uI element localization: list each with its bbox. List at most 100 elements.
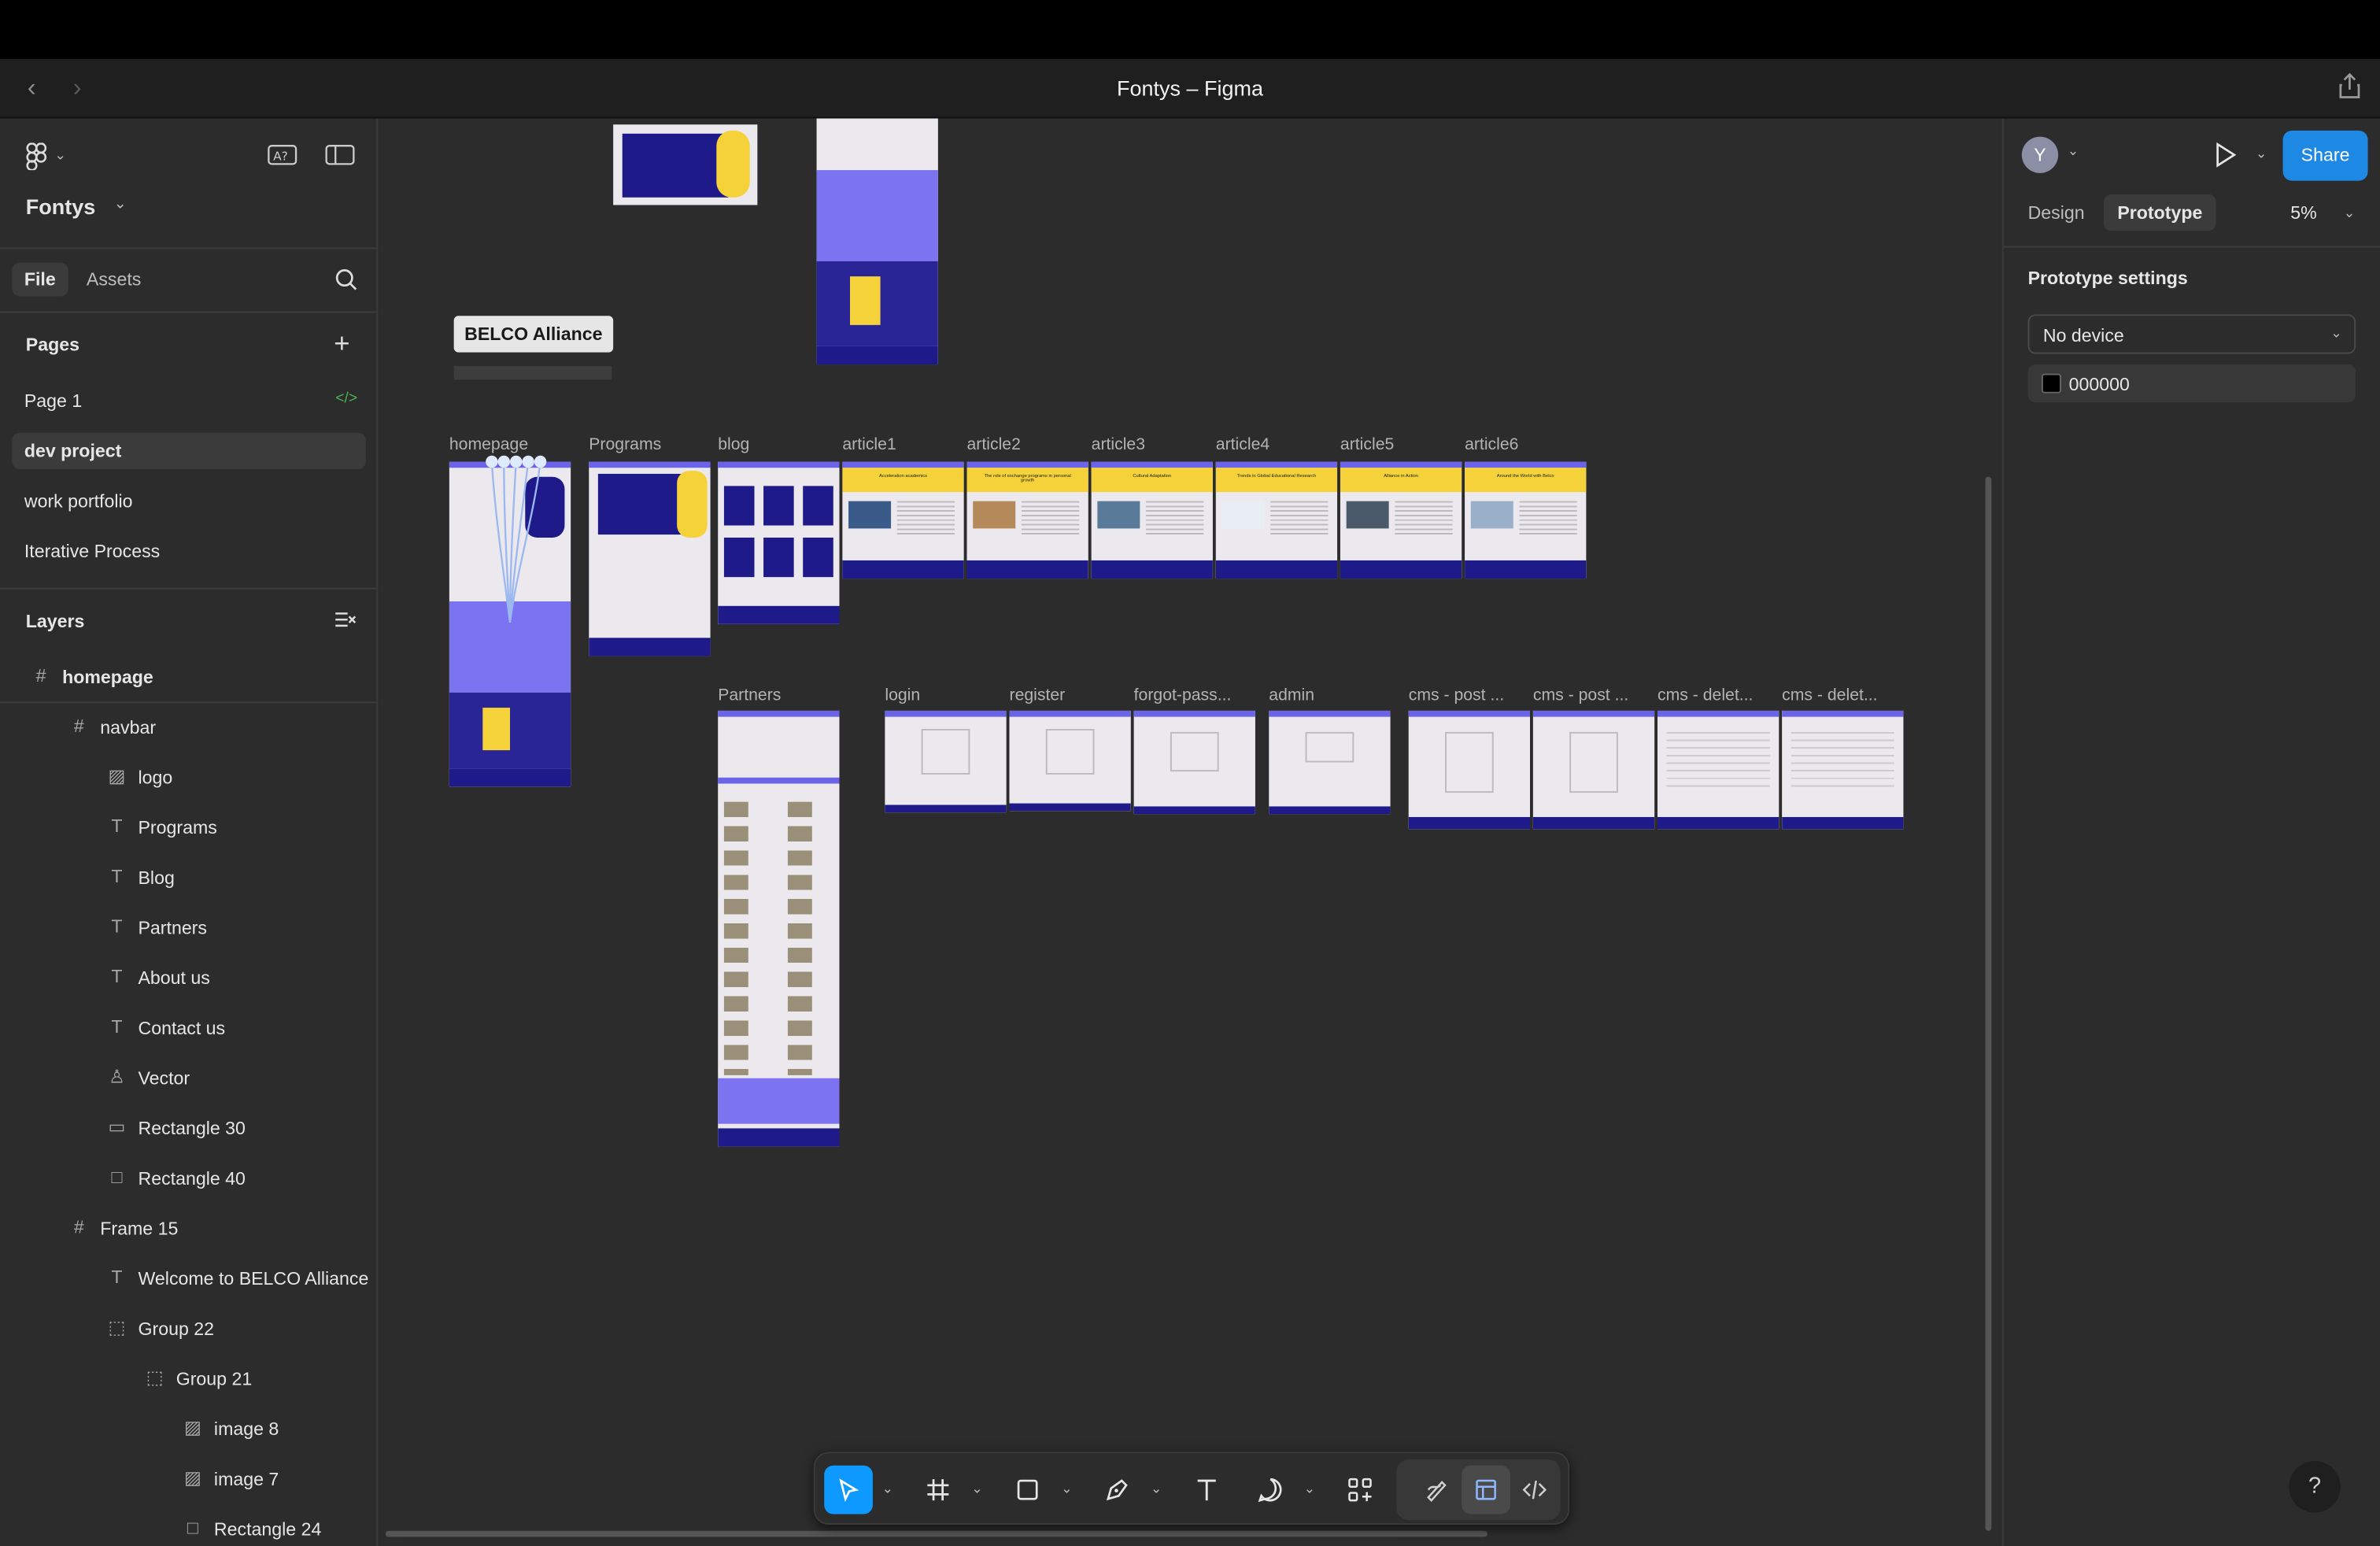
layer-row[interactable]: T Blog <box>0 853 378 904</box>
tab-prototype[interactable]: Prototype <box>2103 194 2216 231</box>
layer-row[interactable]: ▨ image 8 <box>0 1405 378 1455</box>
chevron-down-icon[interactable]: ⌄ <box>1304 1481 1316 1497</box>
dev-mode-code-icon[interactable]: </> <box>335 390 357 407</box>
frame-label-cms-post-2[interactable]: cms - post ... <box>1533 686 1628 705</box>
layer-row[interactable]: T Welcome to BELCO Alliance <box>0 1255 378 1305</box>
color-swatch[interactable] <box>2041 373 2061 394</box>
chevron-down-icon[interactable]: ⌄ <box>54 147 66 164</box>
layer-row[interactable]: □ Rectangle 40 <box>0 1154 378 1204</box>
chevron-down-icon[interactable]: ⌄ <box>971 1481 983 1497</box>
frame-cms-delete-2[interactable] <box>1782 710 1904 830</box>
frame-programs[interactable] <box>589 461 711 656</box>
frame-label-blog[interactable]: blog <box>718 436 749 454</box>
tab-assets[interactable]: Assets <box>74 263 153 296</box>
chevron-down-icon[interactable]: ⌄ <box>2256 146 2267 162</box>
frame-label-admin[interactable]: admin <box>1269 686 1314 705</box>
frame-label-article1[interactable]: article1 <box>842 436 896 454</box>
layer-row[interactable]: # homepage <box>0 653 379 704</box>
frame-article4[interactable]: Trends in Global Educational Research <box>1215 461 1338 579</box>
layers-filter-icon[interactable] <box>334 609 357 635</box>
frame-label-homepage[interactable]: homepage <box>449 436 528 454</box>
figma-menu-icon[interactable] <box>26 142 47 176</box>
frame-label-programs[interactable]: Programs <box>589 436 661 454</box>
layer-row[interactable]: ▨ logo <box>0 753 378 804</box>
share-button[interactable]: Share <box>2282 130 2368 181</box>
frame-forgot-password[interactable] <box>1133 710 1255 815</box>
device-select[interactable]: No device ⌄ <box>2027 314 2356 354</box>
frame-register[interactable] <box>1009 710 1131 812</box>
layer-row[interactable]: T Programs <box>0 804 378 854</box>
add-page-icon[interactable]: + <box>334 328 349 361</box>
layer-row[interactable]: □ Rectangle 24 <box>0 1505 378 1546</box>
layer-row[interactable]: T About us <box>0 954 378 1004</box>
frame-cms-post-1[interactable] <box>1408 710 1530 830</box>
search-icon[interactable] <box>334 268 358 297</box>
project-name[interactable]: Fontys <box>26 194 96 219</box>
layer-row[interactable]: ▨ image 7 <box>0 1455 378 1505</box>
dev-mode-icon[interactable] <box>1510 1466 1559 1515</box>
layer-row[interactable]: ⬚ Group 21 <box>0 1355 378 1405</box>
page-item-page-1[interactable]: Page 1 <box>12 383 365 419</box>
frame-label-article6[interactable]: article6 <box>1465 436 1518 454</box>
page-item-iterative-process[interactable]: Iterative Process <box>12 533 365 569</box>
chevron-down-icon[interactable]: ⌄ <box>1151 1481 1162 1497</box>
toggle-sidebar-icon[interactable] <box>325 142 356 172</box>
layer-row[interactable]: T Partners <box>0 904 378 954</box>
rectangle-tool-icon[interactable] <box>1003 1466 1052 1515</box>
chevron-down-icon[interactable]: ⌄ <box>2344 205 2356 221</box>
frame-label-cms-post-1[interactable]: cms - post ... <box>1409 686 1504 705</box>
frame-cms-delete-1[interactable] <box>1657 710 1779 830</box>
vertical-scrollbar[interactable] <box>1985 476 1992 1531</box>
present-play-icon[interactable] <box>2213 141 2238 173</box>
user-avatar[interactable]: Y <box>2021 136 2059 173</box>
frame-article6[interactable]: Around the World with Belco <box>1465 461 1587 579</box>
frame-partners[interactable] <box>718 710 840 1147</box>
layer-row[interactable]: T Contact us <box>0 1004 378 1054</box>
frame-homepage-copy[interactable] <box>816 118 938 365</box>
frame-article1[interactable]: Acceleration academics <box>842 461 964 579</box>
frame-article5[interactable]: Alliance in Action <box>1340 461 1462 579</box>
page-item-dev-project[interactable]: dev project <box>12 432 366 470</box>
layer-row[interactable]: ♙ Vector <box>0 1054 378 1104</box>
frame-label-article5[interactable]: article5 <box>1340 436 1394 454</box>
design-mode-icon[interactable] <box>1462 1465 1510 1515</box>
chevron-down-icon[interactable]: ⌄ <box>2068 142 2079 159</box>
chevron-down-icon[interactable]: ⌄ <box>1061 1481 1073 1497</box>
tab-file[interactable]: File <box>12 262 68 297</box>
frame-cms-post-2[interactable] <box>1532 710 1655 830</box>
layer-row[interactable]: ▭ Rectangle 30 <box>0 1104 378 1155</box>
background-color-field[interactable]: 000000 <box>2027 364 2356 403</box>
tab-design[interactable]: Design <box>2016 194 2097 231</box>
layer-row[interactable]: # navbar <box>0 703 378 753</box>
frame-label-login[interactable]: login <box>885 686 920 705</box>
move-tool-icon[interactable] <box>824 1465 873 1515</box>
frame-label-article4[interactable]: article4 <box>1216 436 1269 454</box>
frame-label-register[interactable]: register <box>1009 686 1065 705</box>
layer-row[interactable]: # Frame 15 <box>0 1204 378 1255</box>
help-icon[interactable]: ? <box>2289 1460 2341 1513</box>
draw-mode-icon[interactable] <box>1413 1466 1462 1515</box>
frame-label-cms-delete-2[interactable]: cms - delet... <box>1782 686 1877 705</box>
frame-label-cms-delete-1[interactable]: cms - delet... <box>1658 686 1753 705</box>
chevron-down-icon[interactable]: ⌄ <box>881 1481 893 1497</box>
horizontal-scrollbar[interactable] <box>385 1530 1488 1537</box>
frame-admin[interactable] <box>1269 710 1391 815</box>
frame-blog[interactable] <box>718 461 840 624</box>
frame-login[interactable] <box>885 710 1007 813</box>
frame-article3[interactable]: Cultural Adaptation <box>1091 461 1213 579</box>
frame-belco-hero[interactable] <box>613 124 758 205</box>
zoom-level[interactable]: 5% <box>2290 202 2316 224</box>
pen-tool-icon[interactable] <box>1093 1466 1142 1515</box>
design-canvas[interactable]: BELCO Alliance homepage Programs blog ar… <box>379 118 2001 1546</box>
frame-label-article2[interactable]: article2 <box>966 436 1020 454</box>
frame-label-forgot-password[interactable]: forgot-pass... <box>1134 686 1232 705</box>
share-export-icon[interactable] <box>2338 72 2362 101</box>
frame-article2[interactable]: The role of exchange programs in persona… <box>966 461 1088 579</box>
actions-tool-icon[interactable] <box>1336 1466 1384 1515</box>
page-item-work-portfolio[interactable]: work portfolio <box>12 483 365 520</box>
comment-tool-icon[interactable] <box>1246 1466 1295 1515</box>
background-color-value[interactable]: 000000 <box>2069 374 2130 395</box>
layer-row[interactable]: ⬚ Group 22 <box>0 1304 378 1355</box>
project-chevron-icon[interactable]: ⌄ <box>114 196 127 213</box>
frame-label-article3[interactable]: article3 <box>1092 436 1145 454</box>
